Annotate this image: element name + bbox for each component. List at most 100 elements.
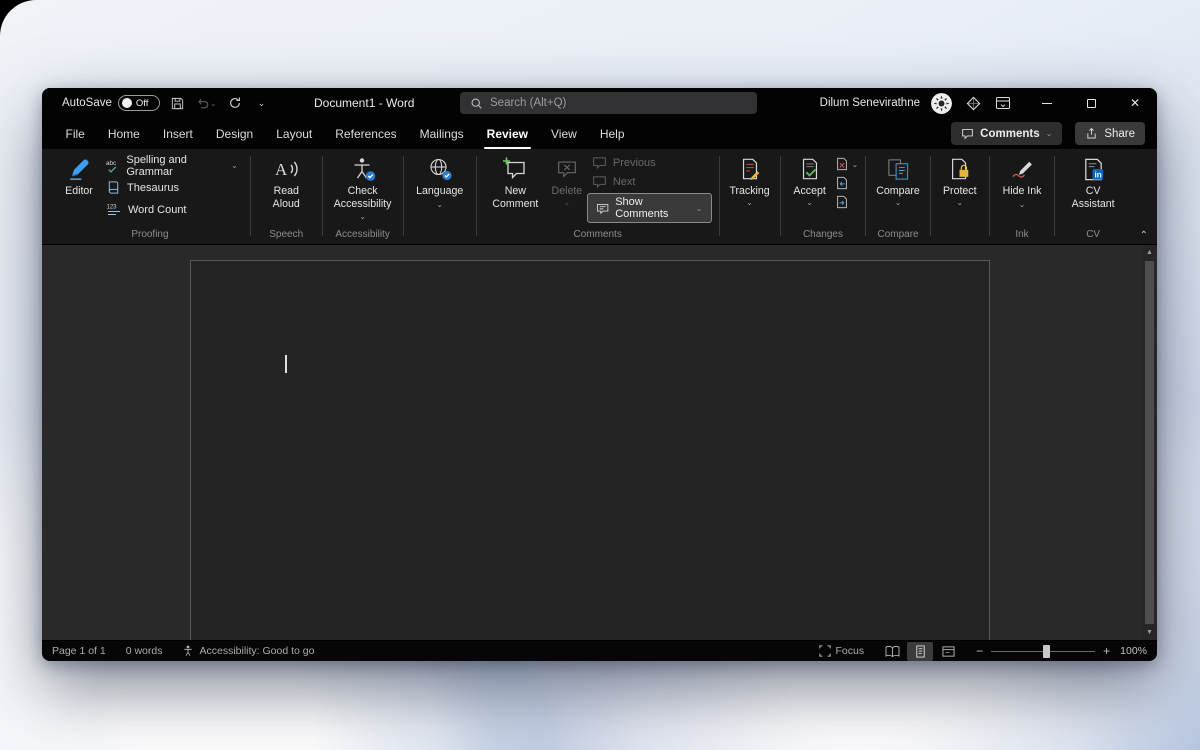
save-button[interactable] [169,92,187,114]
delete-comment-button[interactable]: Delete ⌄ [547,152,587,208]
user-name: Dilum Senevirathne [820,97,920,109]
print-layout-icon [914,645,927,658]
ribbon-display-options-button[interactable] [995,96,1011,110]
toggle-knob-icon [122,98,132,108]
maximize-button[interactable] [1069,88,1113,118]
read-aloud-button[interactable]: A Read Aloud [258,152,315,211]
minimize-icon [1042,103,1052,104]
tab-mailings[interactable]: Mailings [408,118,475,149]
check-accessibility-label: Check Accessibility [334,185,392,210]
tracking-button[interactable]: Tracking ⌄ [726,152,772,208]
zoom-slider[interactable] [991,651,1095,652]
thesaurus-button[interactable]: Thesaurus [101,177,243,198]
accessibility-status[interactable]: Accessibility: Good to go [182,641,314,662]
search-input[interactable] [490,97,747,109]
zoom-out-button[interactable]: − [976,644,983,658]
read-aloud-icon: A [273,156,299,182]
new-comment-button[interactable]: New Comment [484,152,547,211]
zoom-slider-thumb[interactable] [1043,645,1050,658]
tab-review[interactable]: Review [475,118,539,149]
chevron-down-icon: ⌄ [210,99,217,108]
comments-button[interactable]: Comments ⌄ [951,122,1062,145]
redo-button[interactable] [226,92,244,114]
check-accessibility-button[interactable]: Check Accessibility ⌄ [330,152,396,224]
ribbon-review: Editor abc Spelling and Grammar ⌄ Thesau… [42,149,1157,245]
focus-button[interactable]: Focus [819,641,865,662]
previous-comment-button[interactable]: Previous [587,153,712,172]
tab-insert[interactable]: Insert [151,118,204,149]
tab-design[interactable]: Design [204,118,264,149]
protect-button[interactable]: Protect ⌄ [938,152,982,208]
autosave-switch[interactable]: Off [118,95,160,111]
close-button[interactable]: ✕ [1113,88,1157,118]
vertical-scrollbar[interactable]: ▲ ▼ [1142,245,1157,640]
cv-assistant-button[interactable]: in CV Assistant [1062,152,1124,211]
zoom-percentage[interactable]: 100% [1120,645,1147,657]
desktop-wallpaper: AutoSave Off ⌄ ⌄ [0,0,1200,750]
status-bar: Page 1 of 1 0 words Accessibility: Good … [42,640,1157,661]
chevron-down-icon: ⌄ [806,198,812,207]
zoom-in-button[interactable]: + [1103,644,1110,658]
accept-button[interactable]: Accept ⌄ [788,152,832,208]
hide-ink-icon [1010,157,1035,182]
tab-home[interactable]: Home [96,118,151,149]
spelling-grammar-button[interactable]: abc Spelling and Grammar ⌄ [101,155,243,176]
scrollbar-thumb[interactable] [1145,261,1154,624]
word-count-status[interactable]: 0 words [126,641,163,662]
hide-ink-button[interactable]: Hide Ink ⌄ [997,152,1048,211]
compare-button[interactable]: Compare ⌄ [873,152,923,208]
read-mode-icon [885,645,900,658]
word-window: AutoSave Off ⌄ ⌄ [42,88,1157,661]
tracking-label: Tracking [729,185,769,198]
undo-icon [196,96,210,110]
redo-icon [228,96,242,110]
read-mode-button[interactable] [879,642,905,661]
group-changes: Accept ⌄ ⌄ [781,152,866,244]
protect-lock-icon [948,157,972,181]
tab-view[interactable]: View [540,118,589,149]
thesaurus-label: Thesaurus [127,182,179,194]
read-aloud-label: Read Aloud [261,185,312,210]
next-change-button[interactable] [835,194,859,210]
previous-change-icon [835,176,849,190]
share-button-label: Share [1104,128,1135,140]
collapse-ribbon-button[interactable]: ⌃ [1140,230,1148,241]
group-tracking: Tracking ⌄ [719,152,779,244]
next-comment-icon [592,174,607,189]
customize-quick-access-button[interactable]: ⌄ [253,92,271,114]
next-comment-button[interactable]: Next [587,172,712,191]
previous-change-button[interactable] [835,175,859,191]
svg-text:in: in [1094,170,1101,179]
web-layout-icon [942,645,955,658]
tab-layout[interactable]: Layout [265,118,324,149]
print-layout-button[interactable] [907,642,933,661]
tab-help[interactable]: Help [588,118,636,149]
page-number-status[interactable]: Page 1 of 1 [52,641,106,662]
document-page[interactable] [190,260,990,640]
minimize-button[interactable] [1025,88,1069,118]
previous-comment-label: Previous [613,157,656,169]
protect-label: Protect [943,185,977,198]
diamond-icon [966,96,981,111]
share-button[interactable]: Share [1075,122,1145,145]
rewards-button[interactable] [966,96,981,111]
autosave-toggle[interactable]: AutoSave Off [62,95,160,111]
reject-button[interactable]: ⌄ [835,156,859,172]
search-box[interactable] [460,92,757,114]
autosave-state: Off [136,98,149,109]
word-count-button[interactable]: 123 Word Count [101,199,243,220]
check-accessibility-icon [350,156,376,182]
editor-button[interactable]: Editor [57,152,101,199]
undo-button[interactable]: ⌄ [196,92,217,114]
scroll-down-button[interactable]: ▼ [1142,625,1157,640]
accept-label: Accept [793,185,825,198]
tab-file[interactable]: File [54,118,96,149]
show-comments-button[interactable]: Show Comments ⌄ [587,193,712,223]
web-layout-button[interactable] [935,642,961,661]
scroll-up-button[interactable]: ▲ [1142,245,1157,260]
chevron-down-icon: ⌄ [696,204,703,213]
comment-icon [961,127,974,140]
tab-references[interactable]: References [324,118,408,149]
user-avatar[interactable] [931,93,952,114]
language-button[interactable]: Language ⌄ [411,152,469,211]
